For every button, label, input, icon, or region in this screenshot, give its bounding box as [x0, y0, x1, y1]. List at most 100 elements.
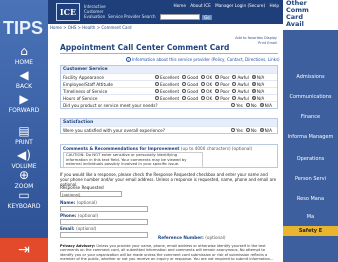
search-go-button[interactable]: Go [202, 14, 212, 20]
option-good[interactable]: Good [182, 82, 198, 87]
option-poor[interactable]: Poor [215, 75, 229, 80]
radio-button[interactable] [182, 89, 187, 93]
radio-button[interactable] [155, 96, 159, 100]
option-na[interactable]: N/A [259, 128, 272, 133]
back-arrow-icon: ◀ [19, 68, 29, 82]
option-excellent[interactable]: Excellent [155, 89, 179, 94]
option-na[interactable]: N/A [259, 103, 272, 108]
option-poor[interactable]: Poor [215, 96, 229, 101]
response-requested-select[interactable]: [optional] [60, 191, 122, 197]
radio-button[interactable] [215, 82, 220, 86]
radio-button[interactable] [231, 128, 236, 132]
radio-button[interactable] [232, 96, 237, 100]
radio-button[interactable] [215, 96, 220, 100]
kiosk-back-button[interactable]: ◀ BACK [0, 68, 48, 90]
header-link-about[interactable]: About ICE [190, 3, 211, 8]
option-yes[interactable]: Yes [231, 128, 243, 133]
comments-header: Comments & Recommendations for Improveme… [63, 146, 253, 151]
option-ok[interactable]: OK [201, 89, 212, 94]
phone-field[interactable] [60, 219, 148, 225]
survey-row: Facility Appearance Excellent Good OK Po… [61, 73, 277, 80]
kiosk-volume-button[interactable]: ◀) VOLUME [0, 148, 48, 170]
option-awful[interactable]: Awful [232, 89, 249, 94]
option-ok[interactable]: OK [201, 82, 212, 87]
yes-no-row: Did you product or service meet your nee… [61, 101, 277, 108]
header-link-help[interactable]: Help [269, 3, 279, 8]
satisfaction-section: Satisfaction Were you satisfied with you… [60, 118, 278, 134]
option-na[interactable]: N/A [251, 75, 264, 80]
radio-button[interactable] [201, 89, 206, 93]
option-ok[interactable]: OK [201, 96, 212, 101]
header-link-home[interactable]: Home [174, 3, 186, 8]
site-logo[interactable]: ICE [56, 3, 80, 21]
option-excellent[interactable]: Excellent [155, 82, 179, 87]
option-poor[interactable]: Poor [215, 89, 229, 94]
radio-button[interactable] [201, 82, 206, 86]
forward-arrow-icon: ▶ [19, 92, 29, 106]
option-awful[interactable]: Awful [232, 96, 249, 101]
kiosk-tips[interactable]: TIPS [3, 18, 43, 39]
kiosk-forward-button[interactable]: ▶ FORWARD [0, 92, 48, 114]
sidebar-item-finance[interactable]: Finance [283, 114, 338, 120]
survey-question: Facility Appearance [63, 74, 104, 80]
kiosk-zoom-button[interactable]: ⊕ ZOOM [0, 168, 48, 190]
radio-button[interactable] [245, 103, 250, 107]
option-na[interactable]: N/A [251, 96, 264, 101]
radio-button-selected[interactable] [251, 96, 256, 100]
option-no[interactable]: No [245, 128, 257, 133]
option-ok[interactable]: OK [201, 75, 212, 80]
kiosk-exit-button[interactable]: ⇥ [0, 238, 48, 262]
sidebar-item-resource-management[interactable]: Reso Mana [283, 196, 338, 202]
radio-button[interactable] [201, 96, 206, 100]
radio-button[interactable] [231, 103, 236, 107]
option-na[interactable]: N/A [251, 82, 264, 87]
radio-button[interactable] [155, 82, 159, 86]
option-poor[interactable]: Poor [215, 82, 229, 87]
name-field[interactable] [60, 206, 148, 212]
radio-button[interactable] [155, 75, 159, 79]
radio-button-selected[interactable] [259, 103, 264, 107]
option-good[interactable]: Good [182, 75, 198, 80]
option-good[interactable]: Good [182, 96, 198, 101]
sidebar-item-operations[interactable]: Operations [283, 156, 338, 162]
search-input[interactable] [159, 14, 200, 20]
header-links: Home About ICE Manager Login (Secure) He… [171, 3, 279, 8]
radio-button[interactable] [215, 89, 220, 93]
option-awful[interactable]: Awful [232, 82, 249, 87]
sidebar-item-personnel-services[interactable]: Person Servi [283, 176, 338, 182]
option-no[interactable]: No [245, 103, 257, 108]
radio-button[interactable] [182, 75, 187, 79]
radio-button-selected[interactable] [251, 82, 256, 86]
radio-button[interactable] [182, 96, 187, 100]
radio-button[interactable] [215, 75, 220, 79]
option-na[interactable]: N/A [251, 89, 264, 94]
radio-button[interactable] [201, 75, 206, 79]
radio-button-selected[interactable] [259, 128, 264, 132]
comments-textarea[interactable]: CAUTION: Do NOT enter sensitive or perso… [63, 152, 203, 168]
sidebar-item-information-management[interactable]: Informa Managem [283, 134, 338, 140]
radio-button[interactable] [155, 89, 159, 93]
header-link-manager-login[interactable]: Manager Login (Secure) [215, 3, 265, 8]
sidebar-item-safety[interactable]: Safety E [283, 226, 338, 236]
sidebar-item-communications[interactable]: Communications [283, 94, 338, 100]
option-excellent[interactable]: Excellent [155, 75, 179, 80]
radio-button-selected[interactable] [251, 89, 256, 93]
magnifier-icon: ⊕ [18, 168, 30, 182]
sidebar-item-ma[interactable]: Ma [283, 214, 338, 220]
email-field[interactable] [60, 232, 148, 238]
option-excellent[interactable]: Excellent [155, 96, 179, 101]
sidebar-item-admissions[interactable]: Admissions [283, 74, 338, 80]
radio-button[interactable] [232, 82, 237, 86]
kiosk-keyboard-button[interactable]: ▭ KEYBOARD [0, 188, 48, 210]
option-yes[interactable]: Yes [231, 103, 243, 108]
radio-button[interactable] [232, 75, 237, 79]
radio-button[interactable] [245, 128, 250, 132]
kiosk-home-button[interactable]: ⌂ HOME [0, 44, 48, 66]
radio-button[interactable] [232, 89, 237, 93]
option-awful[interactable]: Awful [232, 75, 249, 80]
radio-button[interactable] [182, 82, 187, 86]
provider-info-link[interactable]: i Information about this service provider… [126, 57, 280, 62]
kiosk-print-button[interactable]: ▤ PRINT [0, 124, 48, 146]
option-good[interactable]: Good [182, 89, 198, 94]
radio-button-selected[interactable] [251, 75, 256, 79]
